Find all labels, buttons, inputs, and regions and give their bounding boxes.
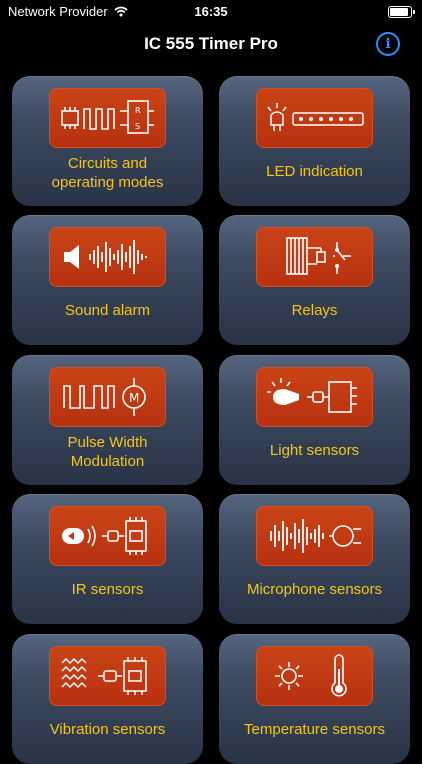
page-title: IC 555 Timer Pro (144, 34, 278, 53)
card-label: IR sensors (16, 580, 199, 599)
card-light-sensors[interactable]: Light sensors (219, 355, 410, 485)
card-label: Microphone sensors (223, 580, 406, 599)
card-label-line1: Sound alarm (64, 302, 151, 319)
status-bar: Network Provider 16:35 (0, 0, 422, 22)
speaker-waveform-icon (49, 227, 166, 287)
microphone-sensor-icon (256, 506, 373, 566)
card-label-line1: Microphone sensors (246, 581, 383, 598)
vibration-sensor-icon (49, 646, 166, 706)
card-label-line1: Vibration sensors (49, 721, 166, 738)
card-label: Vibration sensors (16, 720, 199, 739)
card-circuits-modes[interactable]: R S Circuits and operating modes (12, 76, 203, 206)
led-strip-icon (256, 88, 373, 148)
card-label-line2: Modulation (70, 453, 145, 470)
card-microphone-sensors[interactable]: Microphone sensors (219, 494, 410, 624)
temperature-sensor-icon (256, 646, 373, 706)
card-label: Sound alarm (16, 301, 199, 320)
card-label-line1: Light sensors (269, 442, 360, 459)
card-relays[interactable]: Relays (219, 215, 410, 345)
card-label: Relays (223, 301, 406, 320)
card-label-line1: Pulse Width (67, 434, 148, 451)
card-label: Light sensors (223, 441, 406, 460)
card-ir-sensors[interactable]: IR sensors (12, 494, 203, 624)
card-label-line1: LED indication (266, 163, 363, 180)
card-pwm[interactable]: M Pulse Width Modulation (12, 355, 203, 485)
card-label-line1: IR sensors (71, 581, 144, 598)
card-label-line1: Relays (291, 302, 338, 319)
svg-text:R: R (135, 106, 141, 115)
light-sensor-icon (256, 367, 373, 427)
info-icon[interactable]: i (376, 32, 400, 56)
circuit-modes-icon: R S (49, 88, 166, 148)
card-led-indication[interactable]: LED indication (219, 76, 410, 206)
card-temperature-sensors[interactable]: Temperature sensors (219, 634, 410, 764)
card-label-line1: Circuits and (67, 155, 148, 172)
svg-text:S: S (135, 122, 140, 131)
card-label: Circuits and operating modes (16, 154, 199, 192)
card-vibration-sensors[interactable]: Vibration sensors (12, 634, 203, 764)
card-label: Pulse Width Modulation (16, 433, 199, 471)
card-label: LED indication (223, 162, 406, 181)
card-sound-alarm[interactable]: Sound alarm (12, 215, 203, 345)
card-label-line1: Temperature sensors (244, 721, 385, 738)
battery-icon (388, 6, 415, 18)
navigation-bar: IC 555 Timer Pro i (0, 28, 422, 62)
pwm-motor-icon: M (49, 367, 166, 427)
card-label: Temperature sensors (223, 720, 406, 739)
card-label-line2: operating modes (51, 174, 164, 191)
clock: 16:35 (194, 4, 228, 19)
ir-sensor-icon (49, 506, 166, 566)
svg-text:M: M (129, 391, 139, 405)
relay-icon (256, 227, 373, 287)
